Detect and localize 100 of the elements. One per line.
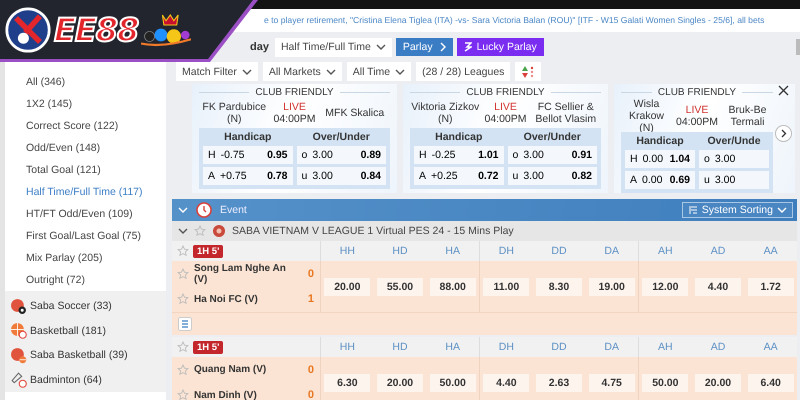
odds-button[interactable]: 6.30 <box>324 374 370 392</box>
odds-button[interactable]: H -0.75 0.95 <box>203 146 292 164</box>
odds-button[interactable]: 6.40 <box>748 374 794 392</box>
odds-button[interactable]: u 3.00 <box>699 171 769 189</box>
time-dropdown[interactable]: All Time <box>346 62 412 81</box>
star-icon[interactable] <box>177 268 189 280</box>
sport-count: (181) <box>81 324 106 337</box>
odds-button[interactable]: 12.00 <box>642 278 688 296</box>
date-tab[interactable]: day <box>250 41 269 53</box>
market-item[interactable]: All (346) <box>5 71 166 93</box>
odds-button[interactable]: 50.00 <box>642 374 688 392</box>
odds-button[interactable]: 4.40 <box>694 278 741 296</box>
odds-button[interactable]: 8.30 <box>536 278 582 296</box>
column-header: HH <box>338 341 356 353</box>
star-icon[interactable] <box>177 389 189 400</box>
market-item[interactable]: Outright (72) <box>5 269 166 291</box>
home-team: Viktoria Zizkov (N) <box>410 101 480 126</box>
market-item[interactable]: Odd/Even (148) <box>5 137 166 159</box>
market-item[interactable]: Half Time/Full Time (117) <box>5 181 166 203</box>
sort-arrows-icon <box>521 64 536 78</box>
odds-button[interactable]: 55.00 <box>376 278 423 296</box>
market-item[interactable]: Total Goal (121) <box>5 159 166 181</box>
stats-icon[interactable] <box>178 317 192 331</box>
column-header: AA <box>762 245 779 257</box>
odds-button[interactable]: 1.72 <box>748 278 794 296</box>
league-name: CLUB FRIENDLY <box>466 87 545 98</box>
odds-button[interactable]: o 3.00 0.89 <box>296 146 386 164</box>
match-time: 04:00PM <box>484 113 527 126</box>
close-icon[interactable] <box>778 85 789 96</box>
sport-item[interactable]: Saba Soccer <box>30 300 90 312</box>
sport-item[interactable]: Basketball <box>30 324 78 337</box>
chevron-down-icon <box>326 68 336 74</box>
brand-name: EE88 <box>54 10 138 48</box>
column-header: DD <box>550 245 568 257</box>
odds-button[interactable]: 20.00 <box>376 374 423 392</box>
shuttlecock-icon <box>10 371 27 388</box>
star-icon[interactable] <box>177 245 189 257</box>
sport-item[interactable]: Badminton <box>30 374 80 386</box>
handicap-header: Handicap <box>223 131 272 143</box>
away-team: Ha Noi FC (V) <box>194 294 259 305</box>
sport-item[interactable]: Saba Basketball <box>30 349 106 362</box>
odds-button[interactable]: u 3.00 0.82 <box>508 167 597 185</box>
league-name: CLUB FRIENDLY <box>658 87 736 98</box>
away-team: Bruk-Be Termali <box>728 104 768 128</box>
odds-button[interactable]: A 0.00 0.69 <box>625 171 695 189</box>
odds-button[interactable]: u 3.00 0.84 <box>296 167 386 185</box>
odds-button[interactable]: 11.00 <box>483 278 530 296</box>
home-score: 0 <box>306 364 314 376</box>
odds-button[interactable]: A +0.75 0.78 <box>203 167 292 185</box>
sport-count: (39) <box>108 349 128 362</box>
star-icon[interactable] <box>194 225 206 237</box>
odds-button[interactable]: H -0.25 1.01 <box>414 146 504 164</box>
star-icon[interactable] <box>177 364 189 376</box>
clock-icon <box>196 202 212 218</box>
star-icon[interactable] <box>177 293 189 306</box>
leagues-button[interactable]: (28 / 28) Leagues <box>416 62 510 81</box>
odds-button[interactable]: H 0.00 1.04 <box>625 150 695 168</box>
markets-dropdown[interactable]: All Markets <box>262 62 342 81</box>
market-item[interactable]: Mix Parlay (205) <box>5 247 166 269</box>
event-title: Event <box>220 204 247 216</box>
chevron-down-icon <box>178 207 188 213</box>
system-sorting-button[interactable]: System Sorting <box>682 202 793 218</box>
column-header: DA <box>603 245 620 257</box>
league-row[interactable]: SABA VIETNAM V LEAGUE 1 Virtual PES 24 - 15 Mins Play <box>172 221 797 241</box>
sport-count: (64) <box>83 374 102 386</box>
column-header: AD <box>710 245 726 257</box>
parlay-button[interactable]: Parlay <box>396 38 453 56</box>
odds-button[interactable]: 20.00 <box>324 278 370 296</box>
match-time: 04:00PM <box>676 116 718 128</box>
odds-button[interactable]: 2.63 <box>536 374 582 392</box>
chevron-down-icon <box>242 68 252 74</box>
odds-button[interactable]: o 3.00 <box>699 150 769 168</box>
scroll-tab[interactable] <box>796 39 800 55</box>
odds-button[interactable]: 4.75 <box>588 374 635 392</box>
period-badge: 1H 5' <box>193 340 224 354</box>
market-item[interactable]: HT/FT Odd/Even (109) <box>5 203 166 225</box>
star-icon[interactable] <box>177 341 189 353</box>
sort-button[interactable] <box>515 62 542 81</box>
match-filter-dropdown[interactable]: Match Filter <box>176 62 258 81</box>
home-team: FK Pardubice (N) <box>201 101 268 126</box>
column-header: DA <box>603 341 620 353</box>
market-dropdown[interactable]: Half Time/Full Time <box>274 38 392 56</box>
live-label: LIVE <box>283 101 306 114</box>
market-item[interactable]: Correct Score (122) <box>5 115 166 137</box>
odds-button[interactable]: 50.00 <box>430 374 476 392</box>
soccer-ball-icon <box>10 298 27 315</box>
odds-button[interactable]: 4.40 <box>483 374 530 392</box>
odds-button[interactable]: 20.00 <box>694 374 741 392</box>
league-name: SABA VIETNAM V LEAGUE 1 Virtual PES 24 - 15 Mins Play <box>232 225 514 237</box>
odds-button[interactable]: 19.00 <box>588 278 635 296</box>
odds-button[interactable]: A +0.25 0.72 <box>414 167 504 185</box>
match-card[interactable]: CLUB FRIENDLY Viktoria Zizkov (N) LIVE 04:00PM FC Sellier & Bellot Vlasim Handicap Over/Under H -0.25 1.01 o 3.00 0.91 A +0.25 0.72 u 3.00 0.82 <box>403 84 608 193</box>
market-item[interactable]: 1X2 (145) <box>5 93 166 115</box>
market-item[interactable]: First Goal/Last Goal (75) <box>5 225 166 247</box>
column-header: HD <box>391 245 409 257</box>
lucky-parlay-button[interactable]: Lucky Parlay <box>456 38 544 56</box>
live-label: LIVE <box>686 104 708 116</box>
odds-button[interactable]: o 3.00 0.91 <box>508 146 597 164</box>
odds-button[interactable]: 88.00 <box>430 278 476 296</box>
away-score: 0 <box>306 389 314 400</box>
